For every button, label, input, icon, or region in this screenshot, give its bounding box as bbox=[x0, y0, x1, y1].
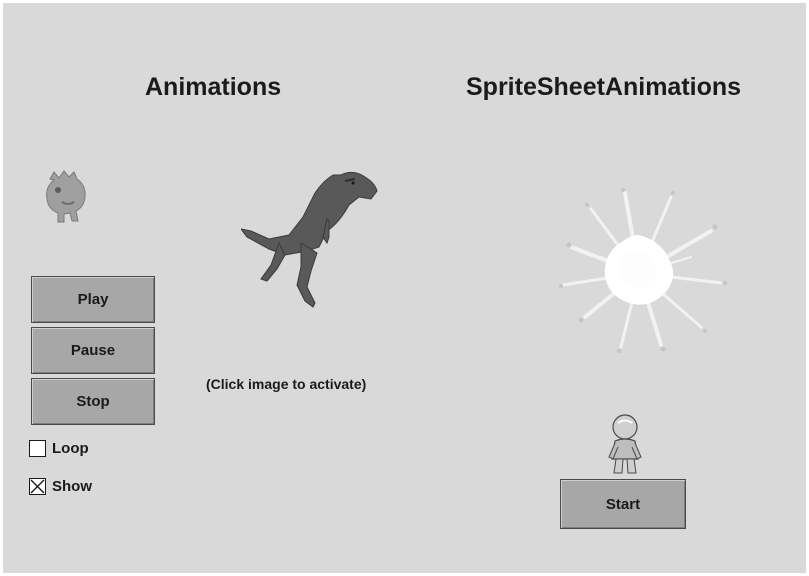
character-sprite bbox=[608, 414, 642, 474]
loop-option[interactable]: Loop bbox=[29, 440, 89, 457]
play-button[interactable]: Play bbox=[31, 276, 155, 323]
activation-hint: (Click image to activate) bbox=[206, 376, 367, 392]
app-canvas: Animations SpriteSheetAnimations (Click … bbox=[3, 3, 806, 573]
dinosaur-sprite[interactable] bbox=[241, 167, 381, 309]
sprite-sheet-animations-title: SpriteSheetAnimations bbox=[466, 73, 742, 101]
start-button[interactable]: Start bbox=[560, 479, 686, 529]
stop-button[interactable]: Stop bbox=[31, 378, 155, 425]
pause-button[interactable]: Pause bbox=[31, 327, 155, 374]
animations-title: Animations bbox=[145, 73, 282, 101]
checkmark-x-icon bbox=[30, 479, 45, 494]
loop-label: Loop bbox=[52, 440, 89, 457]
show-checkbox[interactable] bbox=[29, 478, 46, 495]
explosion-sprite bbox=[559, 188, 727, 353]
monster-sprite bbox=[46, 170, 86, 223]
show-option[interactable]: Show bbox=[29, 478, 92, 495]
loop-checkbox[interactable] bbox=[29, 440, 46, 457]
show-label: Show bbox=[52, 478, 92, 495]
